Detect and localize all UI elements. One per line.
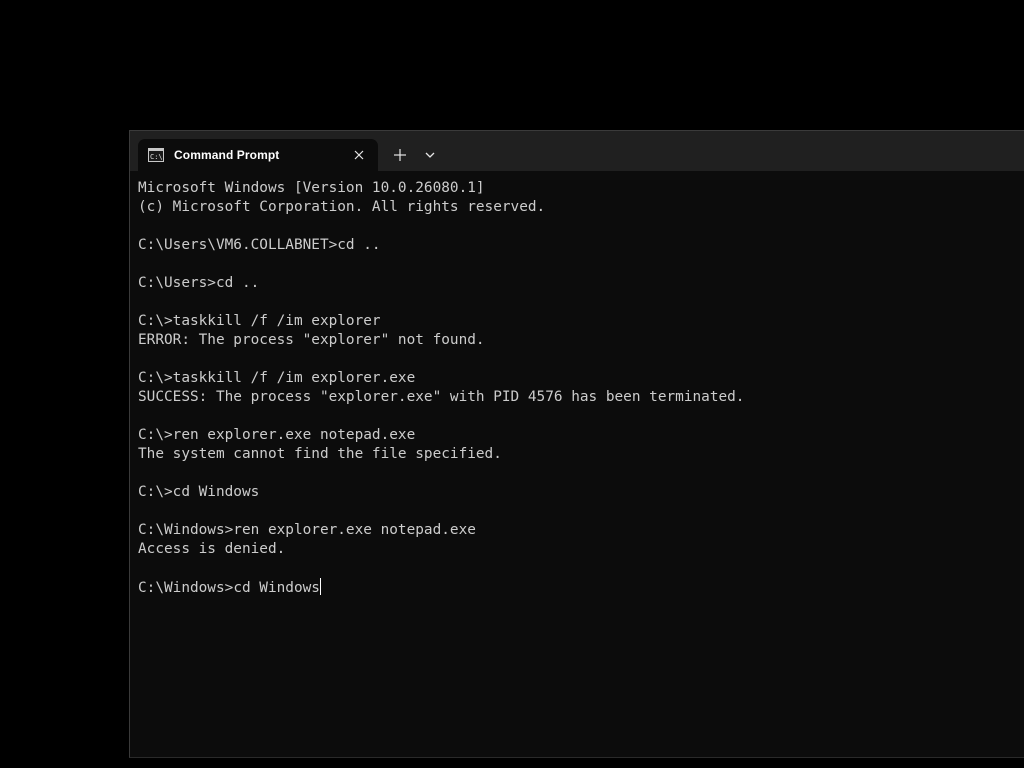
console-line: C:\Windows>ren explorer.exe notepad.exe bbox=[138, 522, 476, 538]
close-tab-button[interactable] bbox=[350, 146, 368, 164]
tab-dropdown-button[interactable] bbox=[419, 144, 441, 166]
console-prompt-line[interactable]: C:\Windows>cd Windows bbox=[138, 578, 1024, 597]
tab-command-prompt[interactable]: C:\ Command Prompt bbox=[138, 139, 378, 171]
console-line: C:\>cd Windows bbox=[138, 484, 260, 500]
desktop: C:\ Command Prompt Microsoft Windows [Ve… bbox=[0, 0, 1024, 768]
console-line: C:\Users\VM6.COLLABNET>cd .. bbox=[138, 237, 381, 253]
console-line: SUCCESS: The process "explorer.exe" with… bbox=[138, 389, 745, 405]
tab-title: Command Prompt bbox=[174, 148, 280, 162]
console-line: The system cannot find the file specifie… bbox=[138, 446, 502, 462]
console-output[interactable]: Microsoft Windows [Version 10.0.26080.1]… bbox=[138, 179, 1024, 757]
console-line: (c) Microsoft Corporation. All rights re… bbox=[138, 199, 546, 215]
title-bar[interactable]: C:\ Command Prompt bbox=[130, 131, 1024, 171]
svg-text:C:\: C:\ bbox=[150, 153, 163, 161]
terminal-window[interactable]: C:\ Command Prompt Microsoft Windows [Ve… bbox=[129, 130, 1024, 758]
console-line: Microsoft Windows [Version 10.0.26080.1] bbox=[138, 180, 485, 196]
console-line: C:\>ren explorer.exe notepad.exe bbox=[138, 427, 416, 443]
console-line: C:\>taskkill /f /im explorer bbox=[138, 313, 381, 329]
console-line: C:\Users>cd .. bbox=[138, 275, 260, 291]
close-icon bbox=[354, 150, 364, 160]
text-cursor bbox=[319, 578, 321, 595]
new-tab-button[interactable] bbox=[389, 144, 411, 166]
command-input[interactable]: cd Windows bbox=[233, 580, 320, 596]
prompt-text: C:\Windows> bbox=[138, 580, 234, 596]
console-line: ERROR: The process "explorer" not found. bbox=[138, 332, 485, 348]
chevron-down-icon bbox=[425, 152, 435, 158]
cmd-icon: C:\ bbox=[148, 148, 164, 162]
console-line: Access is denied. bbox=[138, 541, 286, 557]
console-line: C:\>taskkill /f /im explorer.exe bbox=[138, 370, 416, 386]
plus-icon bbox=[394, 149, 406, 161]
